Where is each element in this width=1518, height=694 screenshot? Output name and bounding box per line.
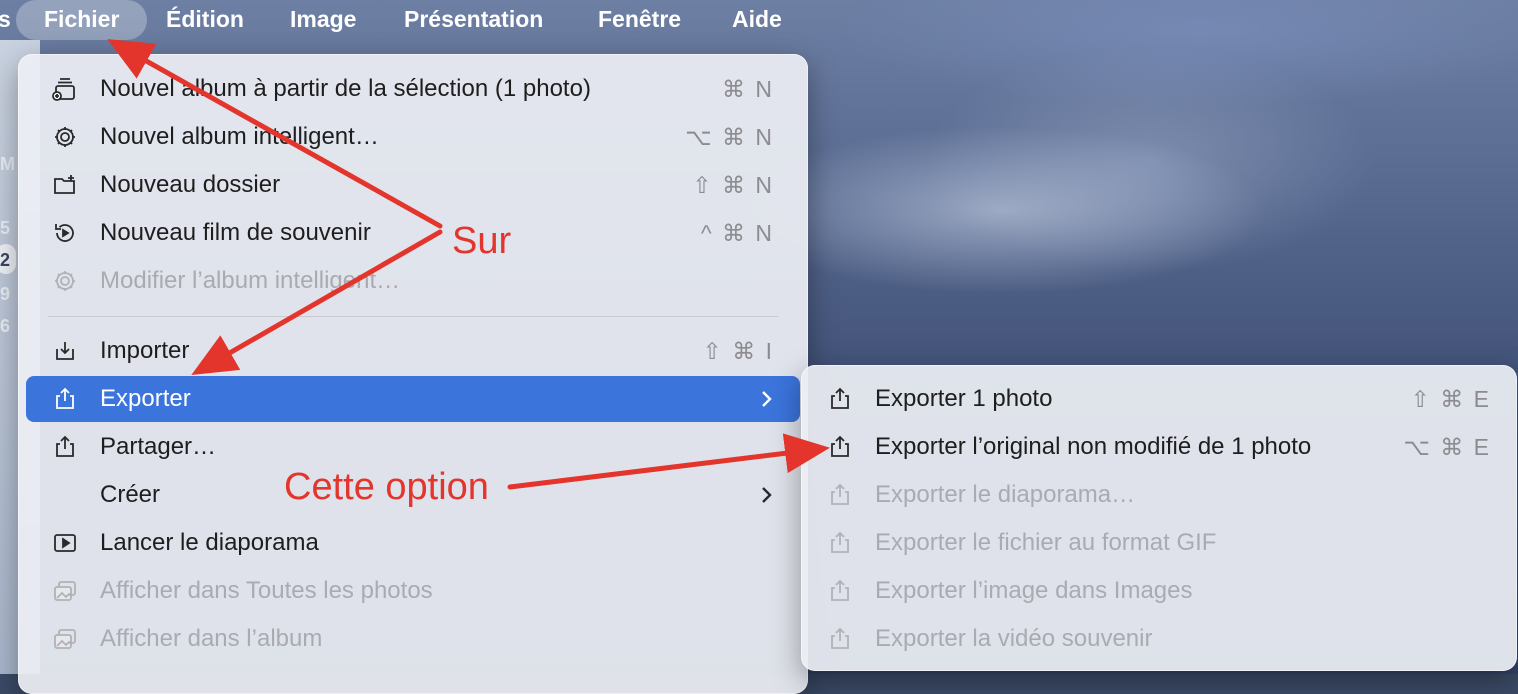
photos-icon — [52, 578, 78, 604]
menu-item-label: Créer — [100, 481, 161, 508]
menu-item-shortcut: ^ ⌘ N — [700, 220, 774, 246]
menu-image[interactable]: Image — [290, 0, 356, 40]
export-icon — [827, 386, 853, 412]
import-icon — [52, 338, 78, 364]
export-submenu: Exporter 1 photo ⇧ ⌘ E Exporter l’origin… — [801, 365, 1517, 671]
sidebar-edge-char: 2 — [0, 250, 11, 270]
menu-item-shortcut: ⌥ ⌘ E — [1403, 434, 1491, 460]
menu-item-label: Exporter le fichier au format GIF — [875, 529, 1217, 556]
chevron-right-icon — [760, 482, 774, 508]
submenu-item-export-slideshow: Exporter le diaporama… — [801, 472, 1517, 518]
folder-plus-icon — [52, 172, 78, 198]
submenu-item-export-memory-video: Exporter la vidéo souvenir — [801, 616, 1517, 662]
export-icon — [827, 626, 853, 652]
menu-item-shortcut: ⌥ ⌘ N — [685, 124, 774, 150]
menu-item-label: Exporter 1 photo — [875, 385, 1053, 412]
export-icon — [827, 578, 853, 604]
menu-item-label: Afficher dans l’album — [100, 625, 323, 652]
file-menu: Nouvel album à partir de la sélection (1… — [18, 54, 808, 694]
share-icon — [52, 434, 78, 460]
submenu-item-export-1-photo[interactable]: Exporter 1 photo ⇧ ⌘ E — [801, 376, 1517, 422]
menu-item-label: Exporter l’original non modifié de 1 pho… — [875, 433, 1312, 460]
menu-item-label: Importer — [100, 337, 190, 364]
export-icon — [827, 434, 853, 460]
menu-item-show-in-album: Afficher dans l’album — [26, 616, 800, 662]
menu-bar: s Fichier Édition Image Présentation Fen… — [0, 0, 1518, 40]
sidebar-edge-char: 6 — [0, 316, 11, 336]
menu-item-label: Modifier l’album intelligent… — [100, 267, 401, 294]
menu-fichier[interactable]: Fichier — [16, 0, 148, 40]
menu-item-label: Nouvel album à partir de la sélection (1… — [100, 75, 591, 102]
sidebar-edge-char: M — [0, 154, 15, 174]
memory-icon — [52, 220, 78, 246]
menu-item-new-album-from-selection[interactable]: Nouvel album à partir de la sélection (1… — [26, 66, 800, 112]
menu-item-new-memory-movie[interactable]: Nouveau film de souvenir ^ ⌘ N — [26, 210, 800, 256]
menu-item-new-smart-album[interactable]: Nouvel album intelligent… ⌥ ⌘ N — [26, 114, 800, 160]
menu-item-label: Exporter l’image dans Images — [875, 577, 1193, 604]
gear-icon — [52, 268, 78, 294]
menu-item-shortcut: ⌘ N — [722, 76, 774, 102]
export-icon — [52, 386, 78, 412]
menu-item-shortcut: ⇧ ⌘ E — [1410, 386, 1491, 412]
menu-item-show-in-all-photos: Afficher dans Toutes les photos — [26, 568, 800, 614]
chevron-right-icon — [760, 386, 774, 412]
menu-item-label: Afficher dans Toutes les photos — [100, 577, 433, 604]
annotation-sur: Sur — [452, 220, 512, 262]
photos-icon — [52, 626, 78, 652]
menu-item-label: Nouveau dossier — [100, 171, 281, 198]
submenu-item-export-to-images: Exporter l’image dans Images — [801, 568, 1517, 614]
menu-item-import[interactable]: Importer ⇧ ⌘ I — [26, 328, 800, 374]
gear-icon — [52, 124, 78, 150]
menu-item-label: Exporter — [100, 385, 191, 412]
stack-album-icon — [52, 76, 78, 102]
export-icon — [827, 482, 853, 508]
export-icon — [827, 530, 853, 556]
menu-item-label: Nouvel album intelligent… — [100, 123, 379, 150]
submenu-item-export-unmodified-original[interactable]: Exporter l’original non modifié de 1 pho… — [801, 424, 1517, 470]
menu-item-label: Exporter la vidéo souvenir — [875, 625, 1153, 652]
menu-item-export[interactable]: Exporter — [26, 376, 800, 422]
sidebar-edge-char: 5 — [0, 218, 11, 238]
menu-item-start-slideshow[interactable]: Lancer le diaporama — [26, 520, 800, 566]
menubar-cut-item[interactable]: s — [0, 0, 11, 40]
menu-item-label: Exporter le diaporama… — [875, 481, 1136, 508]
annotation-cette-option: Cette option — [284, 466, 489, 508]
menu-item-label: Lancer le diaporama — [100, 529, 319, 556]
sidebar-edge-char: 9 — [0, 284, 11, 304]
menu-item-share[interactable]: Partager… — [26, 424, 800, 470]
menu-separator — [48, 316, 778, 317]
menu-fenetre[interactable]: Fenêtre — [598, 0, 681, 40]
menu-presentation[interactable]: Présentation — [404, 0, 543, 40]
menu-item-label: Partager… — [100, 433, 217, 460]
menu-item-new-folder[interactable]: Nouveau dossier ⇧ ⌘ N — [26, 162, 800, 208]
submenu-item-export-gif: Exporter le fichier au format GIF — [801, 520, 1517, 566]
menu-item-shortcut: ⇧ ⌘ I — [702, 338, 774, 364]
menu-item-shortcut: ⇧ ⌘ N — [692, 172, 774, 198]
menu-aide[interactable]: Aide — [732, 0, 782, 40]
play-icon — [52, 530, 78, 556]
menu-item-label: Nouveau film de souvenir — [100, 219, 371, 246]
menu-item-edit-smart-album: Modifier l’album intelligent… — [26, 258, 800, 304]
menu-edition[interactable]: Édition — [166, 0, 244, 40]
